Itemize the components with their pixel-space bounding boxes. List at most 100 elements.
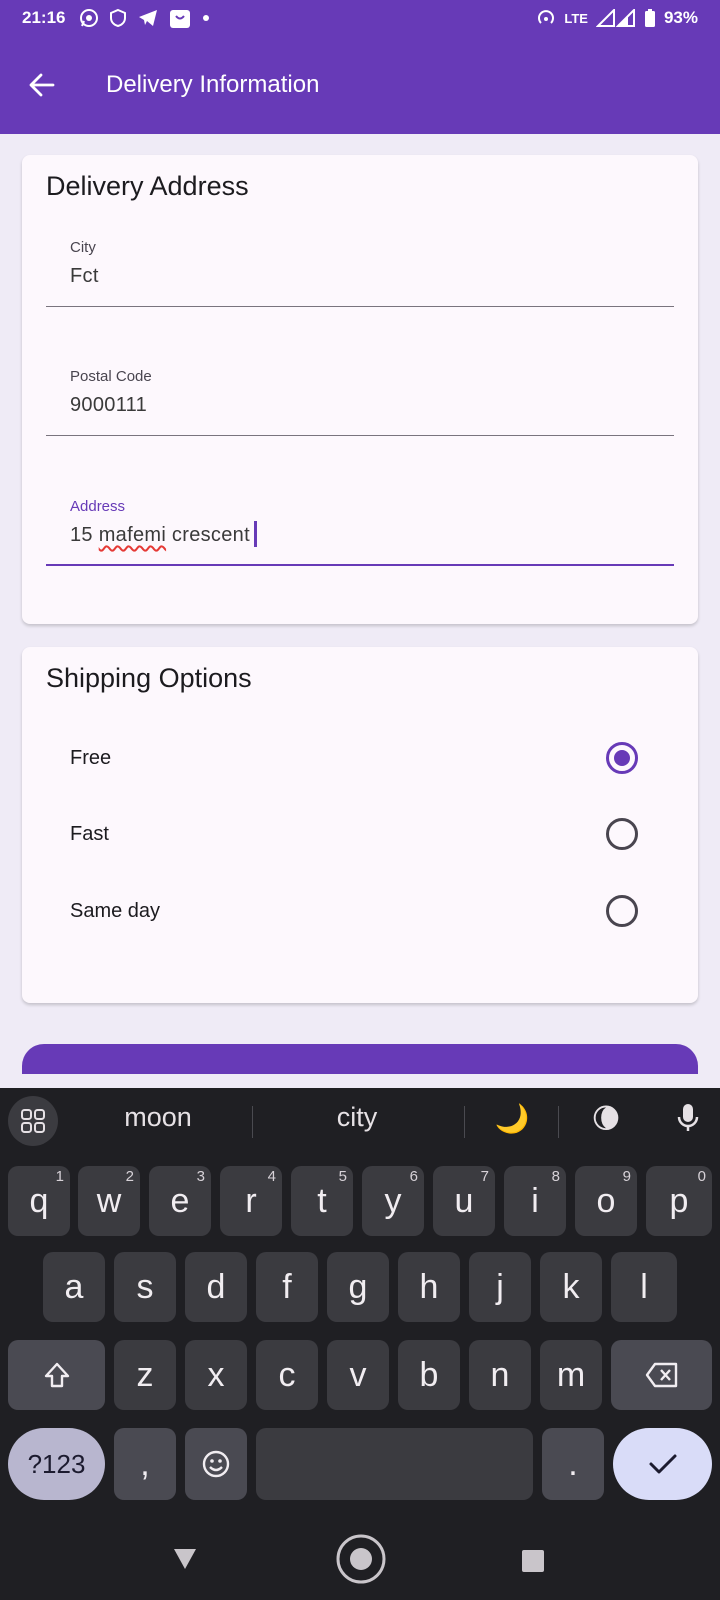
key-label: t — [317, 1181, 327, 1220]
back-button[interactable] — [0, 36, 84, 134]
key-u[interactable]: u7 — [433, 1166, 495, 1236]
nav-recents-square-icon — [522, 1550, 544, 1572]
key-b[interactable]: b — [398, 1340, 460, 1410]
key-hint: 6 — [409, 1168, 418, 1185]
shipping-option-fast[interactable]: Fast — [46, 801, 674, 867]
key-label: u — [454, 1181, 474, 1220]
emoji-key[interactable] — [185, 1428, 247, 1500]
battery-icon — [644, 8, 656, 28]
space-key[interactable] — [256, 1428, 533, 1500]
key-y[interactable]: y6 — [362, 1166, 424, 1236]
key-a[interactable]: a — [43, 1252, 105, 1322]
city-field[interactable]: City Fct — [46, 223, 674, 307]
notification-icons — [79, 7, 211, 29]
city-label: City — [70, 239, 96, 256]
nav-back-triangle-icon — [174, 1549, 196, 1569]
city-value: Fct — [70, 265, 99, 287]
postal-code-label: Postal Code — [70, 368, 152, 385]
system-nav-bar — [0, 1520, 720, 1600]
key-label: o — [596, 1181, 616, 1220]
voice-input-button[interactable] — [660, 1102, 716, 1138]
enter-key[interactable] — [613, 1428, 712, 1500]
radio-unselected-icon[interactable] — [606, 895, 638, 927]
key-z[interactable]: z — [114, 1340, 176, 1410]
key-n[interactable]: n — [469, 1340, 531, 1410]
key-d[interactable]: d — [185, 1252, 247, 1322]
suggestion-word[interactable]: city — [262, 1102, 452, 1138]
key-i[interactable]: i8 — [504, 1166, 566, 1236]
key-j[interactable]: j — [469, 1252, 531, 1322]
hotspot-icon — [536, 8, 556, 28]
key-hint: 3 — [196, 1168, 205, 1185]
shipping-option-label: Fast — [70, 822, 109, 845]
nav-back-button[interactable] — [160, 1534, 210, 1584]
address-value: 15 mafemi crescent — [70, 520, 257, 547]
key-label: p — [669, 1181, 689, 1220]
page-title: Delivery Information — [106, 71, 320, 98]
address-field[interactable]: Address 15 mafemi crescent — [46, 482, 674, 566]
key-h[interactable]: h — [398, 1252, 460, 1322]
shift-icon — [44, 1362, 69, 1388]
key-m[interactable]: m — [540, 1340, 602, 1410]
arrow-back-icon — [29, 73, 55, 97]
signal-icon — [595, 9, 636, 27]
continue-button[interactable] — [22, 1044, 698, 1074]
key-v[interactable]: v — [327, 1340, 389, 1410]
key-label: r — [245, 1181, 257, 1220]
backspace-icon — [645, 1362, 677, 1388]
address-label: Address — [70, 498, 126, 515]
suggestion-divider — [558, 1106, 559, 1138]
symbols-key[interactable]: ?123 — [8, 1428, 105, 1500]
nav-home-button[interactable] — [334, 1532, 388, 1586]
shipping-options-title: Shipping Options — [46, 663, 252, 693]
whatsapp-icon — [79, 8, 99, 28]
backspace-key[interactable] — [611, 1340, 712, 1410]
key-label: e — [170, 1181, 190, 1220]
key-label: w — [96, 1181, 122, 1220]
apps-grid-icon — [21, 1109, 45, 1133]
delivery-address-card: Delivery Address City Fct Postal Code 90… — [22, 155, 698, 624]
key-hint: 5 — [338, 1168, 347, 1185]
postal-code-field[interactable]: Postal Code 9000111 — [46, 352, 674, 436]
address-value-prefix: 15 — [70, 524, 99, 546]
comma-key[interactable]: , — [114, 1428, 176, 1500]
key-g[interactable]: g — [327, 1252, 389, 1322]
nav-home-circle-icon — [336, 1534, 386, 1584]
key-w[interactable]: w2 — [78, 1166, 140, 1236]
key-p[interactable]: p0 — [646, 1166, 712, 1236]
key-hint: 7 — [480, 1168, 489, 1185]
microphone-icon — [677, 1104, 699, 1131]
shipping-option-same-day[interactable]: Same day — [46, 878, 674, 944]
nav-recents-button[interactable] — [508, 1536, 558, 1586]
key-f[interactable]: f — [256, 1252, 318, 1322]
shift-key[interactable] — [8, 1340, 105, 1410]
shipping-option-free[interactable]: Free — [46, 725, 674, 791]
shipping-option-label: Same day — [70, 899, 161, 922]
suggestion-emoji[interactable]: 🌙 — [472, 1102, 552, 1138]
network-type: LTE — [564, 10, 588, 26]
delivery-address-title: Delivery Address — [46, 171, 249, 201]
key-e[interactable]: e3 — [149, 1166, 211, 1236]
address-misspelled-word[interactable]: mafemi — [99, 524, 166, 546]
key-q[interactable]: q1 — [8, 1166, 70, 1236]
keyboard-menu-button[interactable] — [8, 1096, 58, 1146]
key-o[interactable]: o9 — [575, 1166, 637, 1236]
key-t[interactable]: t5 — [291, 1166, 353, 1236]
suggestion-divider — [252, 1106, 253, 1138]
key-r[interactable]: r4 — [220, 1166, 282, 1236]
key-c[interactable]: c — [256, 1340, 318, 1410]
suggestion-word[interactable]: moon — [72, 1102, 244, 1138]
key-x[interactable]: x — [185, 1340, 247, 1410]
key-l[interactable]: l — [611, 1252, 677, 1322]
suggestion-emoji[interactable]: 🌘 — [566, 1102, 646, 1138]
key-label: y — [384, 1181, 402, 1220]
shield-icon — [109, 8, 127, 28]
key-hint: 2 — [125, 1168, 134, 1185]
key-label: i — [531, 1181, 539, 1220]
period-key[interactable]: . — [542, 1428, 604, 1500]
radio-unselected-icon[interactable] — [606, 818, 638, 850]
key-k[interactable]: k — [540, 1252, 602, 1322]
radio-selected-icon[interactable] — [606, 742, 638, 774]
text-cursor — [253, 520, 257, 547]
key-s[interactable]: s — [114, 1252, 176, 1322]
